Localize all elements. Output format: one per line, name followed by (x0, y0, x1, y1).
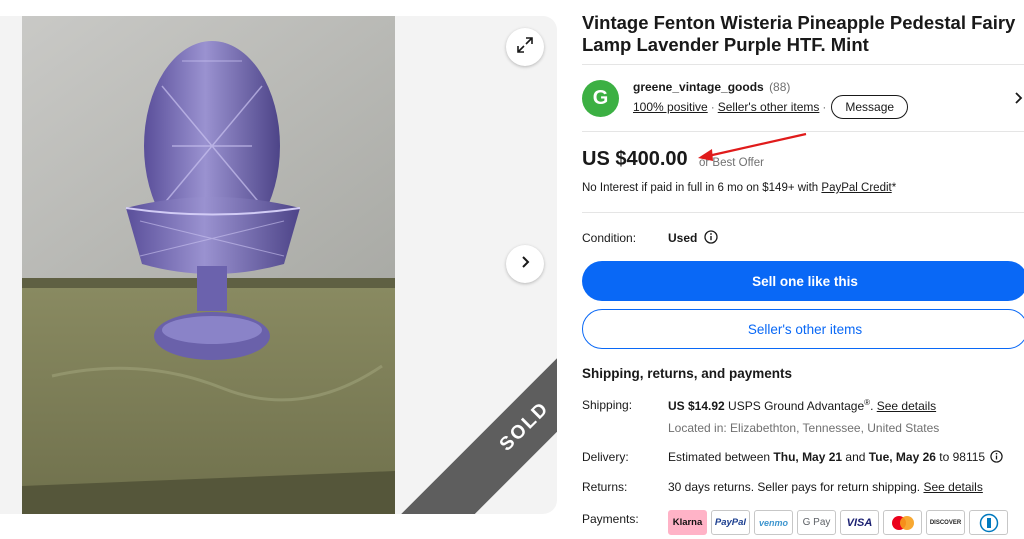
message-button[interactable]: Message (831, 95, 909, 119)
shipping-price: US $14.92 (668, 399, 725, 413)
info-icon[interactable] (704, 230, 718, 249)
chevron-right-icon[interactable] (1014, 91, 1024, 110)
returns-text: 30 days returns. Seller pays for return … (668, 480, 924, 494)
sold-ribbon: SOLD (389, 291, 557, 514)
seller-positive-link[interactable]: 100% positive (633, 100, 708, 114)
paypal-credit-text: No Interest if paid in full in 6 mo on $… (582, 182, 896, 194)
mastercard-icon (883, 510, 922, 535)
info-icon[interactable] (990, 450, 1004, 466)
credit-suffix: * (891, 182, 897, 194)
expand-image-button[interactable] (506, 28, 544, 66)
product-photo[interactable] (22, 16, 395, 514)
shipping-label: Shipping: (582, 398, 633, 412)
discover-icon: DISCOVER (926, 510, 965, 535)
sellers-other-items-button[interactable]: Seller's other items (582, 309, 1024, 349)
payment-methods: Klarna PayPal venmo G Pay VISA DISCOVER (668, 510, 1008, 535)
seller-links: 100% positive · Seller's other items · M… (633, 95, 909, 119)
separator-dot: · (710, 100, 715, 114)
delivery-to: to 98115 (935, 450, 986, 464)
annotation-arrow-icon (698, 132, 807, 161)
divider (582, 212, 1024, 213)
credit-text: No Interest if paid in full in 6 mo on $… (582, 182, 822, 194)
item-title: Vintage Fenton Wisteria Pineapple Pedest… (582, 12, 1016, 55)
seller-name[interactable]: greene_vintage_goods (88) (633, 80, 790, 94)
separator-dot: · (822, 100, 827, 114)
seller-avatar[interactable]: G (582, 80, 619, 117)
klarna-icon: Klarna (668, 510, 707, 535)
seller-username[interactable]: greene_vintage_goods (633, 80, 764, 94)
delivery-start: Thu, May 21 (773, 450, 843, 464)
returns-label: Returns: (582, 480, 628, 494)
diners-club-icon (969, 510, 1008, 535)
returns-see-details-link[interactable]: See details (923, 480, 982, 494)
expand-icon (516, 36, 534, 59)
shipping-separator: . (870, 399, 877, 413)
venmo-icon: venmo (754, 510, 793, 535)
item-location: Located in: Elizabethton, Tennessee, Uni… (668, 421, 940, 435)
returns-value: 30 days returns. Seller pays for return … (668, 480, 983, 494)
divider (582, 64, 1024, 65)
sell-one-like-this-button[interactable]: Sell one like this (582, 261, 1024, 301)
sold-label: SOLD (495, 397, 554, 456)
delivery-pre: Estimated between (668, 450, 774, 464)
condition-value: Used (668, 231, 698, 245)
shipping-heading: Shipping, returns, and payments (582, 366, 793, 381)
delivery-label: Delivery: (582, 450, 629, 464)
item-details-panel: Vintage Fenton Wisteria Pineapple Pedest… (582, 0, 1024, 539)
seller-other-items-link[interactable]: Seller's other items (718, 100, 820, 114)
paypal-credit-link[interactable]: PayPal Credit (821, 182, 891, 194)
visa-icon: VISA (840, 510, 879, 535)
google-pay-icon: G Pay (797, 510, 836, 535)
shipping-see-details-link[interactable]: See details (877, 399, 936, 413)
item-price: US $400.00 (582, 148, 688, 170)
shipping-method: USPS Ground Advantage (724, 399, 865, 413)
delivery-end: Tue, May 26 (868, 450, 936, 464)
condition-label: Condition: (582, 231, 637, 245)
shipping-value: US $14.92 USPS Ground Advantage®. See de… (668, 398, 936, 413)
paypal-icon: PayPal (711, 510, 750, 535)
delivery-and: and (842, 450, 869, 464)
chevron-right-icon (518, 255, 532, 274)
delivery-value: Estimated between Thu, May 21 and Tue, M… (668, 450, 1004, 466)
image-gallery: SOLD (0, 16, 557, 514)
seller-feedback-count: (88) (769, 80, 791, 94)
next-image-button[interactable] (506, 245, 544, 283)
payments-label: Payments: (582, 512, 639, 526)
